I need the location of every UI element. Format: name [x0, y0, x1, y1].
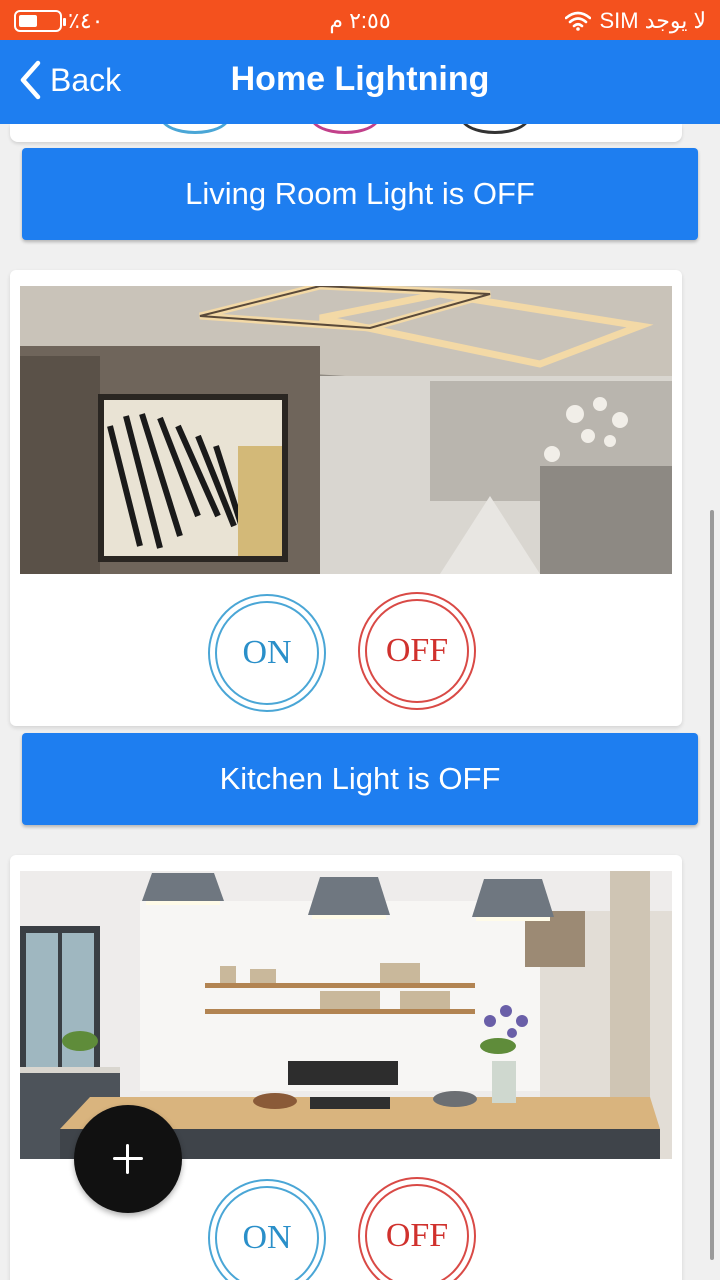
off-label: OFF [385, 1217, 449, 1254]
living-room-photo [20, 286, 672, 574]
on-label: ON [242, 1219, 292, 1256]
scrollbar[interactable] [710, 510, 714, 1260]
previous-card [10, 124, 682, 142]
toggle-button-partial[interactable] [460, 124, 530, 134]
living-room-off-button[interactable]: OFF [358, 592, 476, 710]
kitchen-status-banner: Kitchen Light is OFF [22, 733, 698, 825]
living-room-on-button[interactable]: ON [208, 594, 326, 712]
on-button-partial[interactable] [160, 124, 230, 134]
room-list[interactable]: Living Room Light is OFF ON OFF Kitchen … [0, 124, 720, 1280]
carrier-indicator: لا يوجد SIM [565, 8, 706, 34]
living-room-status-banner: Living Room Light is OFF [22, 148, 698, 240]
back-label: Back [50, 61, 122, 98]
wifi-icon [565, 11, 592, 31]
living-room-card: ON OFF [10, 270, 682, 726]
status-bar: ٪٤٠ ٢:٥٥ م لا يوجد SIM [0, 0, 720, 40]
living-room-status-text: Living Room Light is OFF [185, 176, 535, 211]
kitchen-card: ON OFF [10, 855, 682, 1280]
chevron-left-icon [20, 60, 41, 100]
kitchen-off-button[interactable]: OFF [358, 1177, 476, 1280]
carrier-label: لا يوجد SIM [599, 8, 706, 33]
navigation-header: Back Home Lightning [0, 40, 720, 124]
kitchen-on-button[interactable]: ON [208, 1179, 326, 1280]
plus-icon [113, 1144, 143, 1174]
on-label: ON [242, 634, 292, 671]
back-button[interactable]: Back [18, 60, 121, 100]
kitchen-status-text: Kitchen Light is OFF [219, 761, 501, 796]
off-label: OFF [385, 632, 449, 669]
off-button-partial[interactable] [310, 124, 380, 134]
add-room-button[interactable] [74, 1105, 182, 1213]
